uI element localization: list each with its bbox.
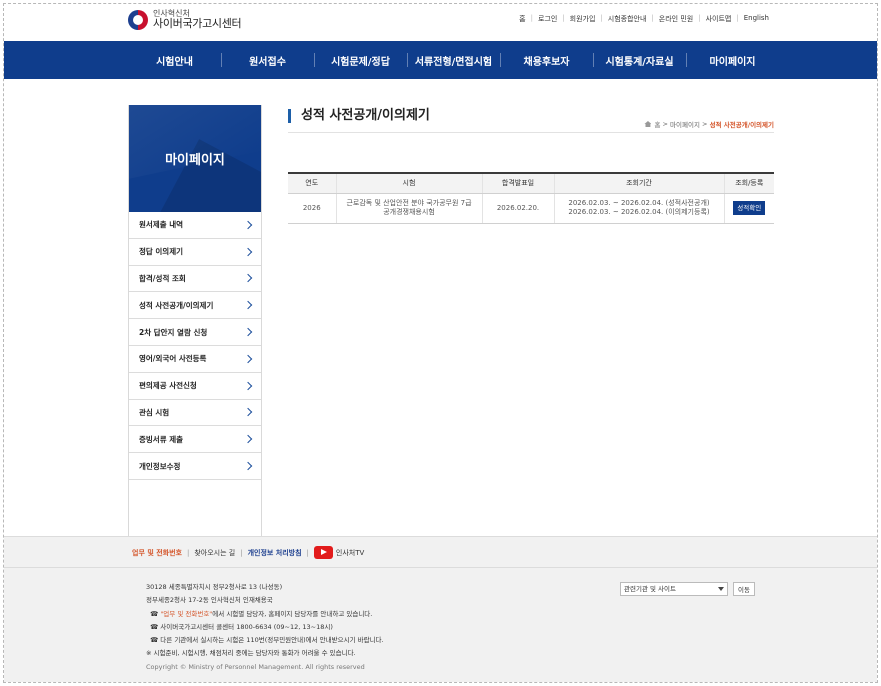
util-link-online-service[interactable]: 온라인 민원 [659,14,693,24]
cell-announce-date: 2026.02.20. [482,193,555,224]
chevron-right-icon [243,327,253,337]
nav-questions-answers[interactable]: 시험문제/정답 [314,41,407,79]
col-header-action: 조회/등록 [724,172,774,194]
footer-link-duty-phone[interactable]: 업무 및 전화번호 [132,548,182,558]
utility-nav: 홈 | 로그인 | 회원가입 | 시험종합안내 | 온라인 민원 | 사이트맵 | Engl… [519,14,769,24]
footer-info-line3: ☎ 다른 기관에서 실시하는 시험은 110번(정부민원안내)에서 안내받으시기… [150,636,384,645]
chevron-right-icon [243,247,253,256]
breadcrumb-current: 성적 사전공개/이의제기 [709,121,774,129]
breadcrumb-home[interactable]: 홈 [654,119,660,129]
col-header-announce-date: 합격발표일 [482,172,555,194]
footer-link-tv[interactable]: 인사처TV [336,548,364,558]
breadcrumb: 홈 > 마이페이지 > 성적 사전공개/이의제기 [644,119,774,129]
footer-address2: 정부세종2청사 17-2동 인사혁신처 인재채용국 [146,596,273,605]
page-title: 성적 사전공개/이의제기 [288,109,430,123]
site-logo[interactable]: 인사혁신처 사이버국가고시센터 [128,9,242,31]
check-score-button[interactable]: 성적확인 [733,200,766,216]
related-sites: 관련기관 및 사이트 이동 [620,582,755,596]
chevron-right-icon [243,408,253,417]
sidebar-item-answer-objection[interactable]: 정답 이의제기 [129,239,261,266]
sidebar-item-language-register[interactable]: 영어/외국어 사전등록 [129,346,261,373]
sidebar-item-profile[interactable]: 개인정보수정 [129,453,261,480]
footer-links: 업무 및 전화번호 | 찾아오시는 길 | 개인정보 처리방침 | 인사처TV [132,546,364,559]
logo-title: 사이버국가고시센터 [153,17,242,31]
footer-info-line2: ☎ 사이버국가고시센터 콜센터 1800-6634 (09~12, 13~18시… [150,622,333,631]
nav-statistics[interactable]: 시험통계/자료실 [593,41,686,79]
table-row: 2026 근로감독 및 산업안전 분야 국가공무원 7급 공개경쟁채용시험 20… [288,193,774,224]
footer: 업무 및 전화번호 | 찾아오시는 길 | 개인정보 처리방침 | 인사처TV … [4,536,877,682]
chevron-right-icon [243,301,253,310]
go-button[interactable]: 이동 [733,582,755,596]
col-header-year: 연도 [288,172,337,194]
util-link-exam-guide[interactable]: 시험종합안내 [608,14,647,24]
sidebar-item-score-preview[interactable]: 성적 사전공개/이의제기 [129,292,261,320]
cell-period: 2026.02.03. ~ 2026.02.04. (성적사전공개) 2026.… [554,193,725,224]
related-sites-select[interactable]: 관련기관 및 사이트 [620,582,728,596]
sidebar-item-result-lookup[interactable]: 합격/성적 조회 [129,266,261,293]
table-header-row: 연도 시험 합격발표일 조회기간 조회/등록 [288,172,774,194]
col-header-exam: 시험 [336,172,483,194]
chevron-right-icon [243,435,253,444]
government-emblem-icon [128,10,148,30]
util-link-login[interactable]: 로그인 [538,14,557,24]
footer-link-directions[interactable]: 찾아오시는 길 [194,548,235,558]
breadcrumb-level1[interactable]: 마이페이지 [670,119,700,129]
cell-action: 성적확인 [724,193,774,224]
footer-copyright: Copyright © Ministry of Personnel Manage… [146,662,365,671]
nav-mypage[interactable]: 마이페이지 [686,41,779,79]
sidebar-item-answer-sheet[interactable]: 2차 답안지 열람 신청 [129,319,261,346]
nav-application[interactable]: 원서접수 [221,41,314,79]
page-frame: 인사혁신처 사이버국가고시센터 홈 | 로그인 | 회원가입 | 시험종합안내 | 온라… [3,3,878,683]
sidebar: 마이페이지 원서제출 내역 정답 이의제기 합격/성적 조회 성적 사전공개/이… [128,105,262,537]
footer-link-privacy[interactable]: 개인정보 처리방침 [248,548,302,558]
footer-info: 30128 세종특별자치시 정부2청사로 13 (나성동) 정부세종2청사 17… [146,581,384,674]
sidebar-item-documents[interactable]: 증빙서류 제출 [129,426,261,454]
nav-exam-info[interactable]: 시험안내 [128,41,221,79]
sidebar-item-favorite-exams[interactable]: 관심 시험 [129,400,261,427]
footer-info-line1: ☎ "업무 및 전화번호"에서 시험별 담당자, 홈페이지 담당자를 안내하고 … [150,609,373,618]
sidebar-item-applications[interactable]: 원서제출 내역 [129,212,261,239]
main-content: 성적 사전공개/이의제기 홈 > 마이페이지 > 성적 사전공개/이의제기 연도… [288,105,774,224]
util-link-home[interactable]: 홈 [519,14,525,24]
cell-year: 2026 [288,193,337,224]
sidebar-item-accommodation[interactable]: 편의제공 사전신청 [129,373,261,400]
youtube-icon [313,546,333,559]
home-icon [644,121,652,127]
footer-info-line4: ※ 시험준비, 시험시행, 채점처리 중에는 담당자와 통화가 어려울 수 있습… [146,649,356,658]
chevron-right-icon [243,461,253,471]
util-link-signup[interactable]: 회원가입 [570,14,596,24]
sidebar-title: 마이페이지 [129,105,261,212]
score-table: 연도 시험 합격발표일 조회기간 조회/등록 2026 근로감독 및 산업안전 … [288,172,774,224]
col-header-period: 조회기간 [554,172,725,194]
util-link-english[interactable]: English [744,14,769,24]
footer-address1: 30128 세종특별자치시 정부2청사로 13 (나성동) [146,583,283,591]
chevron-right-icon [243,354,253,364]
nav-document-interview[interactable]: 서류전형/면접시험 [407,41,500,79]
chevron-right-icon [243,274,253,283]
cell-exam: 근로감독 및 산업안전 분야 국가공무원 7급 공개경쟁채용시험 [336,193,483,224]
chevron-right-icon [243,381,253,390]
header: 인사혁신처 사이버국가고시센터 홈 | 로그인 | 회원가입 | 시험종합안내 | 온라… [4,4,877,42]
main-nav: 시험안내 원서접수 시험문제/정답 서류전형/면접시험 채용후보자 시험통계/자… [4,41,877,79]
footer-divider [4,567,877,568]
chevron-right-icon [243,220,253,230]
nav-candidates[interactable]: 채용후보자 [500,41,593,79]
util-link-sitemap[interactable]: 사이트맵 [706,14,732,24]
